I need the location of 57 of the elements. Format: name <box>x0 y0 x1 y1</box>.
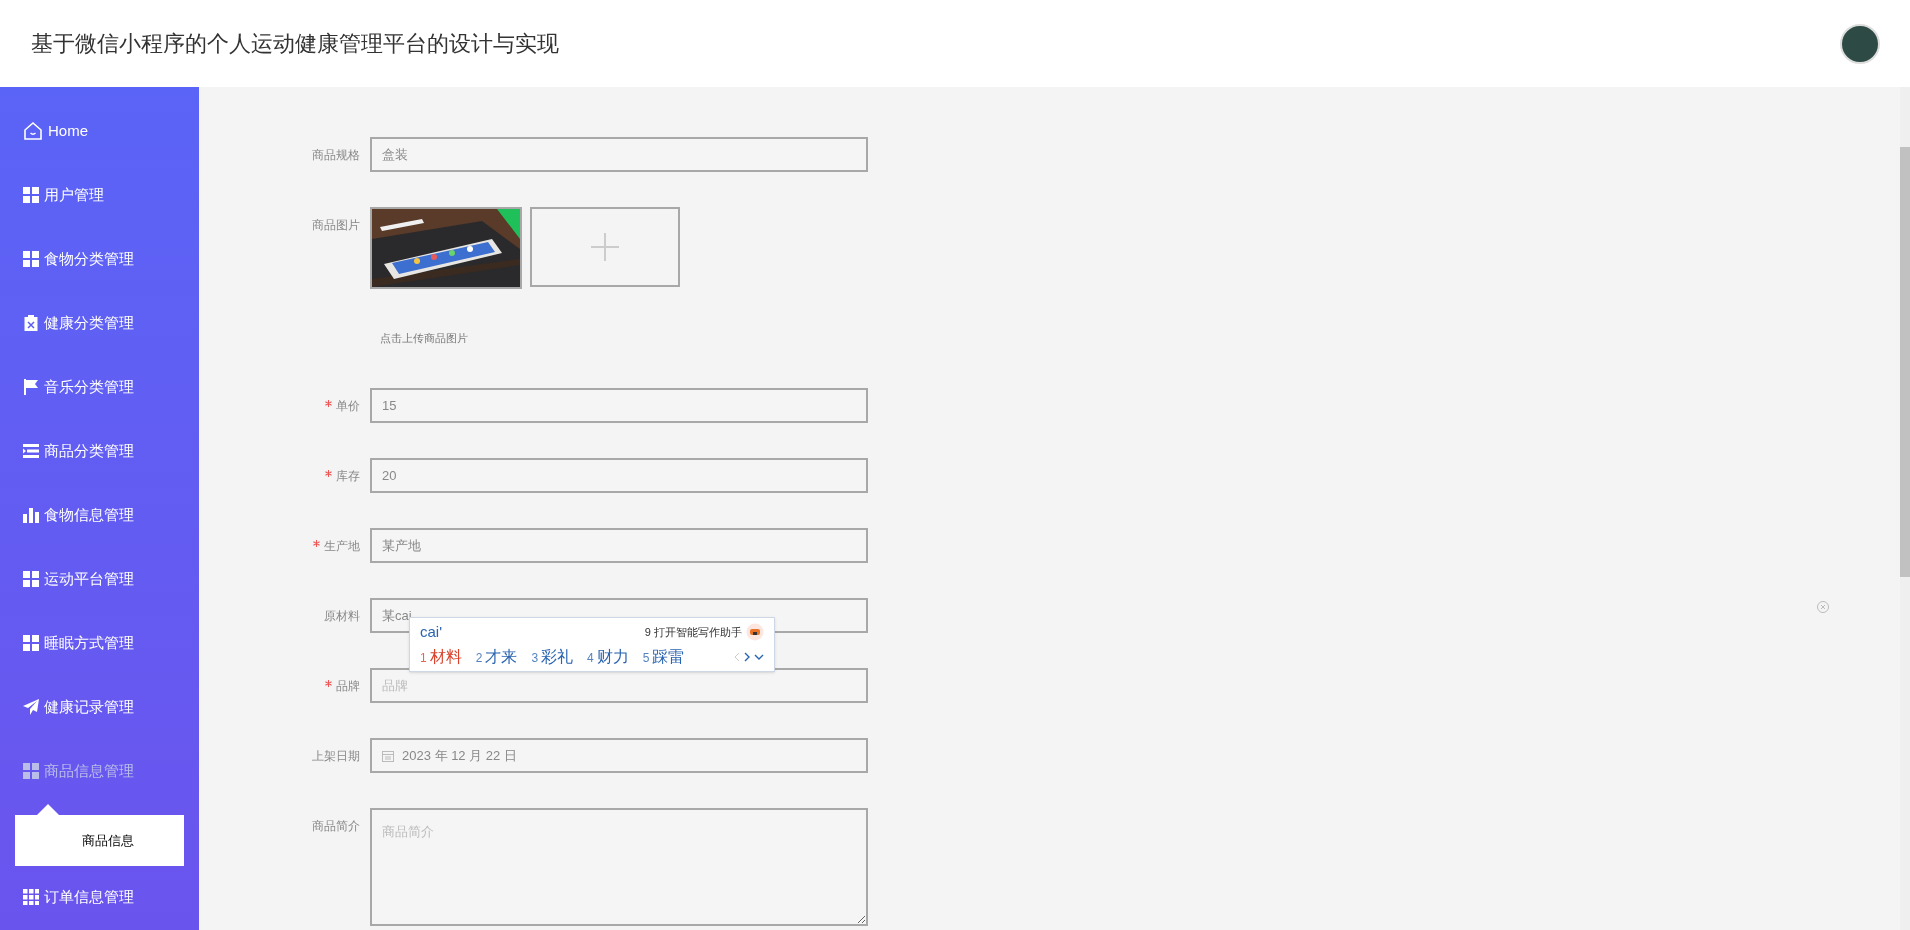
sidebar-item[interactable]: 商品分类管理 <box>0 419 199 483</box>
sidebar-item[interactable]: 用户管理 <box>0 163 199 227</box>
list-icon <box>23 443 39 459</box>
grid-icon <box>23 763 39 779</box>
sidebar-item[interactable]: 订单信息管理 <box>0 865 199 929</box>
sidebar-item[interactable]: 健康记录管理 <box>0 675 199 739</box>
clipboard-icon <box>23 315 39 331</box>
submenu-item[interactable]: 商品信息 <box>15 815 184 866</box>
required-asterisk-icon <box>313 540 320 547</box>
field-label: 商品规格 <box>312 147 360 164</box>
sidebar-item[interactable]: 运动平台管理 <box>0 547 199 611</box>
upload-hint: 点击上传商品图片 <box>380 331 469 345</box>
grid-icon <box>23 571 39 587</box>
paper-plane-icon <box>23 699 39 715</box>
grid-icon <box>23 251 39 267</box>
field-label: 单价 <box>336 398 360 415</box>
ime-candidate[interactable]: 4 财力 <box>587 645 629 669</box>
date-field[interactable]: 2023 年 12 月 22 日 <box>370 738 868 773</box>
required-asterisk-icon <box>325 400 332 407</box>
ime-candidate[interactable]: 1 材料 <box>420 645 462 669</box>
input-field[interactable]: 20 <box>370 458 868 493</box>
input-field[interactable]: 某产地 <box>370 528 868 563</box>
ime-candidate[interactable]: 2 才来 <box>475 645 518 669</box>
avatar[interactable] <box>1840 23 1880 64</box>
bar-chart-icon <box>23 507 39 523</box>
calendar-icon <box>382 749 394 762</box>
grid-icon <box>23 187 39 203</box>
required-asterisk-icon <box>325 470 332 477</box>
sidebar-item[interactable]: Home <box>0 99 199 163</box>
sidebar-item[interactable]: 健康分类管理 <box>0 291 199 355</box>
ime-candidate[interactable]: 5 踩雷 <box>642 645 685 669</box>
plus-icon <box>591 233 619 261</box>
field-label: 生产地 <box>324 538 360 555</box>
input-field[interactable]: 15 <box>370 388 868 423</box>
sidebar-item[interactable]: 食物信息管理 <box>0 483 199 547</box>
flag-icon <box>23 379 39 395</box>
sidebar-item[interactable]: 睡眠方式管理 <box>0 611 199 675</box>
expand-icon[interactable] <box>754 654 764 660</box>
home-icon <box>23 121 43 141</box>
field-label: 商品图片 <box>312 217 360 234</box>
field-label: 库存 <box>336 468 360 485</box>
grid-icon <box>23 889 39 905</box>
field-label: 商品简介 <box>312 818 360 835</box>
field-label: 品牌 <box>336 678 360 695</box>
sidebar-item[interactable]: 音乐分类管理 <box>0 355 199 419</box>
required-asterisk-icon <box>325 680 332 687</box>
sidebar-item[interactable]: 食物分类管理 <box>0 227 199 291</box>
next-page-icon[interactable] <box>744 652 750 662</box>
assistant-icon[interactable] <box>746 623 764 641</box>
input-field[interactable]: 盒装 <box>370 137 868 172</box>
grid-icon <box>23 635 39 651</box>
field-label: 上架日期 <box>312 748 360 765</box>
field-label: 原材料 <box>324 608 360 625</box>
ime-candidate[interactable]: 3 彩礼 <box>531 645 574 669</box>
scrollbar[interactable] <box>1900 87 1910 930</box>
sidebar-item[interactable]: 商品信息管理 <box>0 739 199 803</box>
app-title: 基于微信小程序的个人运动健康管理平台的设计与实现 <box>31 30 559 58</box>
